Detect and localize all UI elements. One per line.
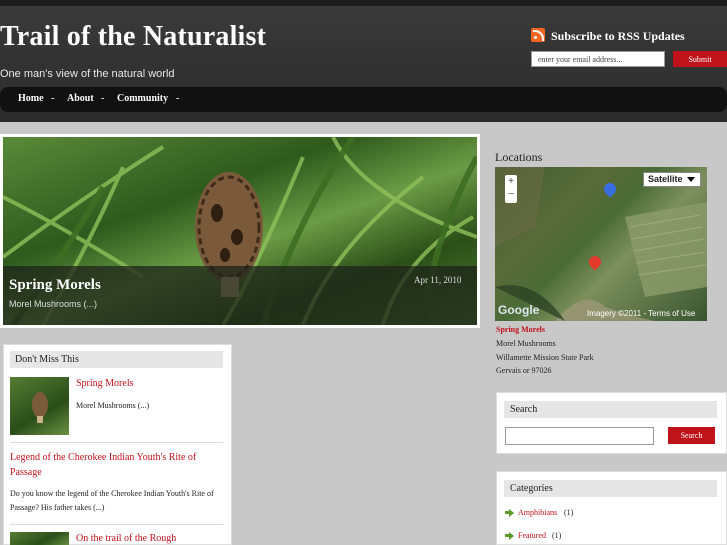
site-tagline: One man's view of the natural world bbox=[0, 68, 175, 80]
divider bbox=[10, 524, 223, 525]
category-count: (1) bbox=[564, 508, 574, 517]
location-address-line: Morel Mushrooms bbox=[496, 339, 556, 348]
categories-panel: Categories Amphibians (1) Featured (1) bbox=[496, 471, 727, 545]
site-title[interactable]: Trail of the Naturalist bbox=[0, 21, 266, 53]
featured-slider[interactable]: Spring Morels Apr 11, 2010 Morel Mushroo… bbox=[0, 134, 480, 328]
map-type-label: Satellite bbox=[648, 174, 683, 184]
location-title[interactable]: Spring Morels bbox=[496, 325, 545, 334]
location-map[interactable]: + − Satellite Google Imagery ©2011 - Ter… bbox=[495, 167, 707, 321]
map-credit[interactable]: Imagery ©2011 - Terms of Use bbox=[587, 309, 695, 318]
featured-image[interactable] bbox=[3, 137, 477, 325]
main-nav: Home - About - Community - bbox=[0, 87, 727, 112]
post-thumbnail[interactable] bbox=[10, 532, 69, 545]
featured-title[interactable]: Spring Morels bbox=[9, 277, 101, 294]
arrow-right-icon bbox=[505, 509, 514, 517]
nav-item-about[interactable]: About bbox=[67, 93, 94, 104]
zoom-out-button[interactable]: − bbox=[505, 188, 517, 201]
search-button[interactable]: Search bbox=[668, 427, 715, 444]
email-field[interactable] bbox=[531, 51, 665, 67]
satellite-imagery bbox=[495, 167, 707, 321]
arrow-right-icon bbox=[505, 532, 514, 540]
category-count: (1) bbox=[552, 531, 562, 540]
mushroom-thumb-art bbox=[32, 392, 48, 423]
post-link[interactable]: Spring Morels bbox=[76, 376, 134, 391]
map-zoom-control[interactable]: + − bbox=[505, 175, 517, 203]
nav-separator: - bbox=[101, 93, 105, 104]
post-excerpt: Do you know the legend of the Cherokee I… bbox=[10, 489, 214, 512]
dont-miss-panel: Don't Miss This Spring Morels Morel Mush… bbox=[3, 344, 232, 545]
locations-heading: Locations bbox=[495, 150, 543, 164]
map-logo[interactable]: Google bbox=[498, 303, 539, 317]
post-link[interactable]: Legend of the Cherokee Indian Youth's Ri… bbox=[10, 450, 223, 480]
featured-date: Apr 11, 2010 bbox=[414, 275, 462, 285]
map-type-select[interactable]: Satellite bbox=[643, 172, 701, 187]
caption-bar bbox=[3, 266, 477, 325]
panel-heading: Categories bbox=[504, 480, 717, 497]
caret-down-icon bbox=[687, 177, 695, 182]
post-link[interactable]: On the trail of the Rough bbox=[76, 531, 176, 545]
submit-button[interactable]: Submit bbox=[673, 51, 727, 67]
category-link-featured[interactable]: Featured bbox=[518, 531, 546, 540]
nav-separator: - bbox=[176, 93, 180, 104]
post-thumbnail[interactable] bbox=[10, 377, 69, 435]
nav-item-home[interactable]: Home bbox=[18, 93, 44, 104]
location-address-line: Gervais or 97026 bbox=[496, 366, 552, 375]
category-link-amphibians[interactable]: Amphibians bbox=[518, 508, 557, 517]
nav-separator: - bbox=[51, 93, 55, 104]
rss-label[interactable]: Subscribe to RSS Updates bbox=[551, 29, 685, 44]
zoom-in-button[interactable]: + bbox=[505, 175, 517, 188]
panel-heading: Don't Miss This bbox=[10, 351, 223, 368]
post-excerpt: Morel Mushrooms (...) bbox=[76, 401, 150, 410]
nav-item-community[interactable]: Community bbox=[117, 93, 168, 104]
search-panel: Search Search bbox=[496, 392, 727, 454]
divider bbox=[10, 442, 223, 443]
rss-icon[interactable] bbox=[531, 28, 545, 42]
search-input[interactable] bbox=[505, 427, 654, 445]
featured-excerpt: Morel Mushrooms (...) bbox=[9, 299, 98, 309]
location-address-line: Willamette Mission State Park bbox=[496, 353, 594, 362]
panel-heading: Search bbox=[504, 401, 717, 418]
